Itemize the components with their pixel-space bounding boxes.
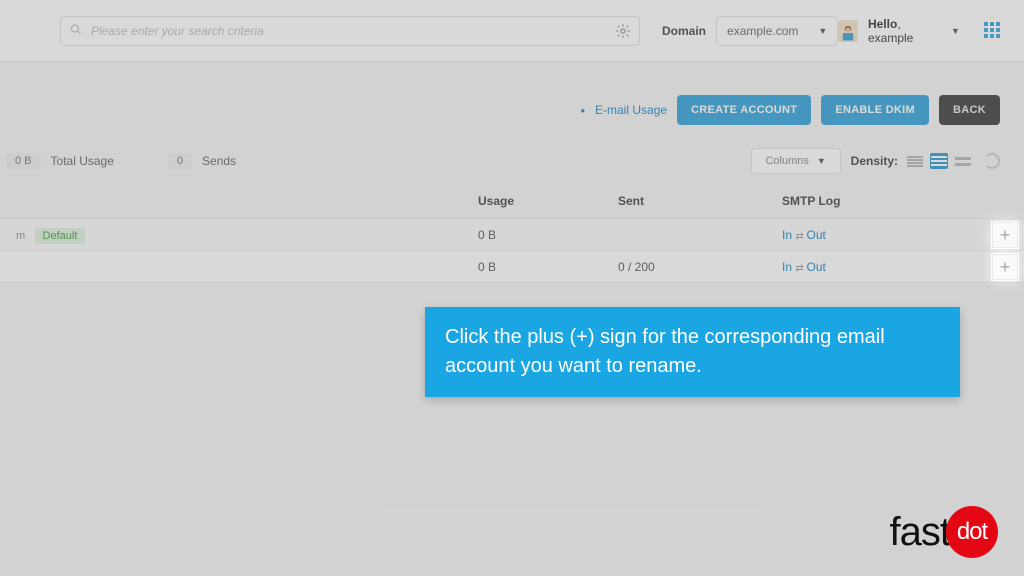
smtp-in-link[interactable]: In xyxy=(782,260,792,274)
action-bar: • E-mail Usage CREATE ACCOUNT ENABLE DKI… xyxy=(0,62,1024,134)
usage-cell: 0 B xyxy=(478,260,618,274)
total-usage-value: 0 B xyxy=(6,153,41,169)
swap-icon: ⇄ xyxy=(795,263,806,274)
density-group: Density: xyxy=(851,153,1000,169)
smtp-in-link[interactable]: In xyxy=(782,228,792,242)
search-wrap xyxy=(60,16,640,46)
sends-label: Sends xyxy=(202,154,236,168)
stats-toolbar: 0 B Total Usage 0 Sends Columns ▼ Densit… xyxy=(0,134,1024,184)
columns-select[interactable]: Columns ▼ xyxy=(751,148,841,174)
chevron-down-icon: ▼ xyxy=(817,156,826,166)
fastdot-logo: fast dot xyxy=(890,506,998,558)
expand-plus-icon[interactable]: + xyxy=(992,222,1018,248)
domain-select[interactable]: example.com ▼ xyxy=(716,16,838,46)
account-suffix: m xyxy=(16,230,25,242)
apps-icon[interactable] xyxy=(984,22,1000,40)
domain-label: Domain xyxy=(662,24,706,38)
search-input[interactable] xyxy=(60,16,640,46)
enable-dkim-button[interactable]: ENABLE DKIM xyxy=(821,95,929,125)
usage-cell: 0 B xyxy=(478,228,618,242)
avatar[interactable] xyxy=(838,20,858,42)
sends-value: 0 xyxy=(168,153,192,169)
user-area: Hello, example ▼ xyxy=(838,17,1000,45)
gear-icon[interactable] xyxy=(614,22,632,40)
email-usage-link[interactable]: E-mail Usage xyxy=(595,103,667,117)
density-label: Density: xyxy=(851,154,898,168)
search-icon xyxy=(70,23,82,38)
smtp-out-link[interactable]: Out xyxy=(807,260,826,274)
table-row: 0 B 0 / 200 In ⇄ Out + xyxy=(0,251,1024,283)
bullet-icon: • xyxy=(580,103,585,118)
col-smtp[interactable]: SMTP Log xyxy=(782,194,988,208)
sent-cell: 0 / 200 xyxy=(618,260,782,274)
top-header: Domain example.com ▼ Hello, example ▼ xyxy=(0,0,1024,62)
swap-icon: ⇄ xyxy=(795,231,806,242)
expand-plus-icon[interactable]: + xyxy=(992,254,1018,280)
density-compact[interactable] xyxy=(906,153,924,169)
density-medium[interactable] xyxy=(930,153,948,169)
total-usage-label: Total Usage xyxy=(51,154,114,168)
density-wide[interactable] xyxy=(954,153,972,169)
smtp-out-link[interactable]: Out xyxy=(807,228,826,242)
hello-text: Hello, example xyxy=(868,17,941,45)
create-account-button[interactable]: CREATE ACCOUNT xyxy=(677,95,811,125)
col-usage[interactable]: Usage xyxy=(478,194,618,208)
table-header: Usage Sent SMTP Log xyxy=(0,184,1024,219)
refresh-icon[interactable] xyxy=(984,153,1000,169)
domain-value: example.com xyxy=(727,24,798,38)
table-row: m Default 0 B In ⇄ Out + xyxy=(0,219,1024,251)
col-sent[interactable]: Sent xyxy=(618,194,782,208)
back-button[interactable]: BACK xyxy=(939,95,1000,125)
tutorial-callout: Click the plus (+) sign for the correspo… xyxy=(425,307,960,397)
chevron-down-icon: ▼ xyxy=(818,26,827,36)
user-menu-caret[interactable]: ▼ xyxy=(951,26,960,36)
accounts-table: Usage Sent SMTP Log m Default 0 B In ⇄ O… xyxy=(0,184,1024,283)
default-badge: Default xyxy=(35,228,86,244)
